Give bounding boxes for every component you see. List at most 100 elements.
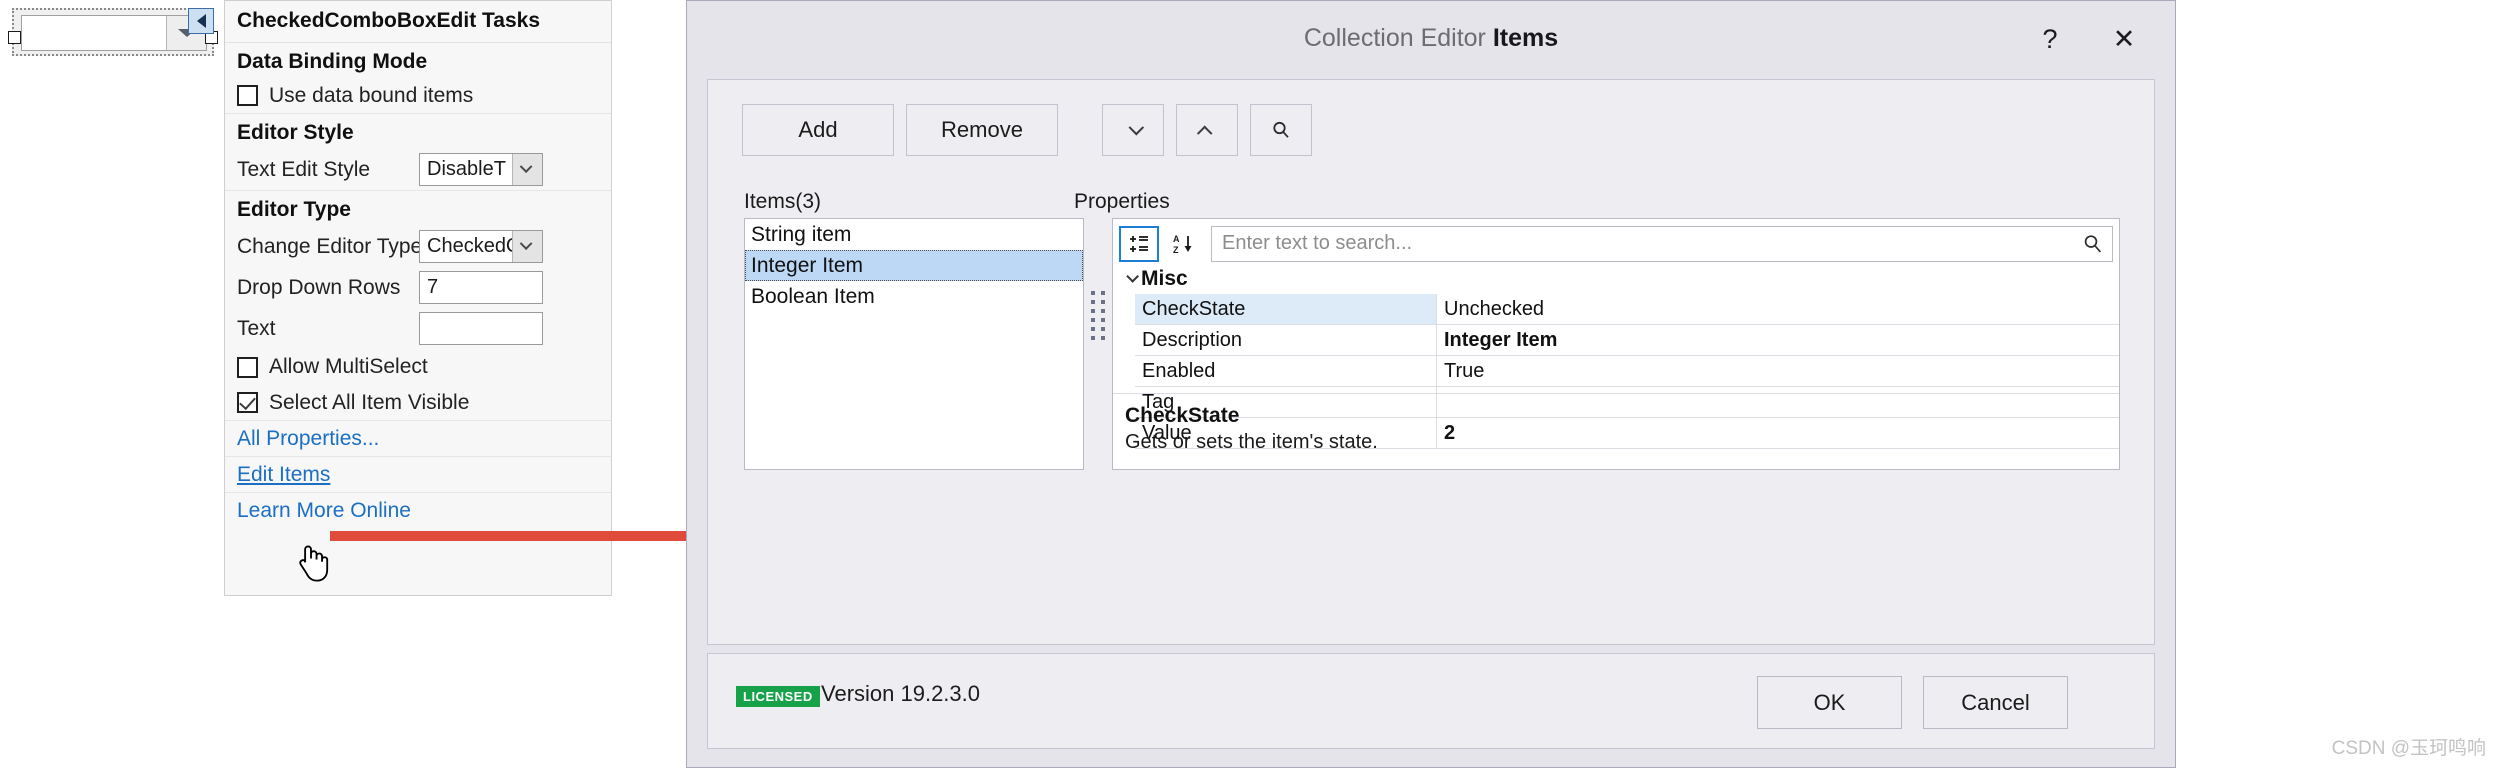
change-editor-type-combobox[interactable]: CheckedC: [419, 230, 543, 263]
allow-multiselect-checkbox[interactable]: [237, 356, 258, 378]
text-edit-style-combobox[interactable]: DisableT: [419, 153, 543, 186]
panel-splitter[interactable]: [1089, 285, 1107, 345]
row-text-edit-style[interactable]: Text Edit Style DisableT: [225, 149, 611, 191]
property-value[interactable]: True: [1437, 356, 2119, 386]
search-icon: [1273, 121, 1289, 138]
add-button[interactable]: Add: [742, 104, 894, 156]
table-row[interactable]: CheckState Unchecked: [1135, 294, 2119, 325]
cancel-button[interactable]: Cancel: [1923, 676, 2068, 729]
use-data-bound-items-label: Use data bound items: [269, 83, 474, 107]
remove-button[interactable]: Remove: [906, 104, 1058, 156]
triangle-left-icon: [196, 14, 206, 28]
chevron-down-icon: [519, 160, 533, 174]
help-button[interactable]: ?: [2029, 21, 2071, 57]
dialog-body: Add Remove Items(3) Properties String it…: [707, 79, 2155, 645]
close-button[interactable]: ✕: [2103, 21, 2145, 57]
allow-multiselect-label: Allow MultiSelect: [269, 355, 428, 378]
use-data-bound-items-checkbox[interactable]: [237, 85, 258, 106]
category-row-misc[interactable]: Misc: [1113, 263, 2119, 294]
list-item[interactable]: Boolean Item: [745, 281, 1083, 312]
properties-search-input[interactable]: [1220, 231, 2082, 256]
text-edit-style-dropdown-button[interactable]: [512, 154, 542, 185]
drop-down-rows-label: Drop Down Rows: [237, 275, 401, 299]
splitter-grip-dots: [1090, 290, 1106, 340]
property-description-text: Gets or sets the item's state.: [1125, 431, 1378, 453]
collection-editor-dialog: Collection Editor Items ? ✕ Add Remove I…: [686, 0, 2176, 768]
license-badge: LICENSED: [736, 686, 820, 707]
find-button[interactable]: [1250, 104, 1312, 156]
row-text[interactable]: Text: [225, 308, 611, 349]
categorized-list-icon: [1130, 235, 1148, 252]
move-up-button[interactable]: [1176, 104, 1238, 156]
chevron-up-icon: [1196, 125, 1212, 141]
smart-tag-button[interactable]: [188, 8, 214, 34]
properties-grid: A Z Enter text to search... Misc CheckSt…: [1112, 218, 2120, 470]
chevron-down-icon: [1128, 119, 1144, 135]
property-value[interactable]: Unchecked: [1437, 294, 2119, 324]
select-all-item-visible-checkbox[interactable]: [237, 392, 258, 413]
list-item[interactable]: String item: [745, 219, 1083, 250]
dialog-titlebar[interactable]: Collection Editor Items ? ✕: [687, 1, 2175, 75]
svg-text:Z: Z: [1173, 245, 1179, 255]
svg-text:A: A: [1173, 234, 1180, 244]
row-change-editor-type[interactable]: Change Editor Type CheckedC: [225, 226, 611, 267]
group-heading-data-binding: Data Binding Mode: [237, 50, 428, 73]
list-item[interactable]: Integer Item: [745, 250, 1083, 281]
row-use-data-bound-items[interactable]: Use data bound items: [225, 78, 611, 114]
sort-az-icon: A Z: [1173, 234, 1192, 255]
property-name: Description: [1135, 325, 1437, 355]
chevron-down-icon[interactable]: [1119, 270, 1141, 283]
category-label: Misc: [1141, 266, 1188, 290]
properties-grid-toolbar: A Z: [1113, 219, 2119, 263]
combobox-text[interactable]: [22, 16, 166, 50]
screen-root: CheckedComboBoxEdit Tasks Data Binding M…: [0, 0, 2500, 768]
change-editor-type-value: CheckedC: [427, 235, 512, 257]
items-toolbar: Add Remove: [742, 104, 1312, 156]
dialog-footer: LICENSED Version 19.2.3.0 OK Cancel: [707, 653, 2155, 749]
combobox-frame[interactable]: [21, 15, 207, 51]
properties-search-box[interactable]: [1211, 225, 2113, 262]
property-description-title: CheckState: [1125, 404, 1240, 427]
all-properties-link[interactable]: All Properties...: [237, 427, 379, 451]
items-listbox[interactable]: String item Integer Item Boolean Item: [744, 218, 1084, 470]
property-name: Enabled: [1135, 356, 1437, 386]
version-text: Version 19.2.3.0: [821, 681, 981, 706]
dialog-title-suffix: Items: [1492, 23, 1559, 52]
select-all-item-visible-label: Select All Item Visible: [269, 390, 470, 414]
search-icon[interactable]: [2082, 233, 2104, 255]
move-down-button[interactable]: [1102, 104, 1164, 156]
drop-down-rows-input[interactable]: 7: [419, 271, 543, 304]
row-allow-multiselect[interactable]: Allow MultiSelect: [225, 349, 611, 385]
group-heading-editor-type: Editor Type: [237, 198, 351, 221]
group-heading-editor-style: Editor Style: [237, 121, 354, 144]
hand-cursor-icon: [299, 545, 329, 582]
chevron-down-icon: [519, 237, 533, 251]
row-edit-items[interactable]: Edit Items: [225, 457, 611, 493]
edit-items-link[interactable]: Edit Items: [237, 463, 330, 487]
table-row[interactable]: Enabled True: [1135, 356, 2119, 387]
ok-button[interactable]: OK: [1757, 676, 1902, 729]
text-label: Text: [237, 316, 276, 340]
change-editor-type-dropdown-button[interactable]: [512, 231, 542, 262]
categorized-view-button[interactable]: [1119, 225, 1159, 262]
resize-grip-left[interactable]: [8, 31, 21, 44]
change-editor-type-label: Change Editor Type: [237, 234, 423, 258]
properties-label: Properties: [1074, 190, 1170, 213]
dialog-title-prefix: Collection Editor: [1303, 23, 1486, 52]
table-row[interactable]: Description Integer Item: [1135, 325, 2119, 356]
tasks-panel-title: CheckedComboBoxEdit Tasks: [225, 1, 611, 43]
items-count-label: Items(3): [744, 190, 822, 213]
tasks-panel: CheckedComboBoxEdit Tasks Data Binding M…: [224, 0, 612, 596]
property-name: CheckState: [1135, 294, 1437, 324]
property-value[interactable]: Integer Item: [1437, 325, 2119, 355]
text-edit-style-label: Text Edit Style: [237, 157, 371, 181]
row-all-properties[interactable]: All Properties...: [225, 421, 611, 457]
alphabetical-view-button[interactable]: A Z: [1163, 226, 1203, 262]
text-input[interactable]: [419, 312, 543, 345]
text-edit-style-value: DisableT: [427, 158, 506, 180]
row-drop-down-rows[interactable]: Drop Down Rows 7: [225, 267, 611, 308]
watermark: CSDN @玉珂鸣响: [2331, 738, 2486, 759]
dialog-title: Collection Editor Items: [1304, 24, 1558, 53]
designer-combobox[interactable]: [8, 8, 218, 56]
row-select-all-item-visible[interactable]: Select All Item Visible: [225, 385, 611, 421]
